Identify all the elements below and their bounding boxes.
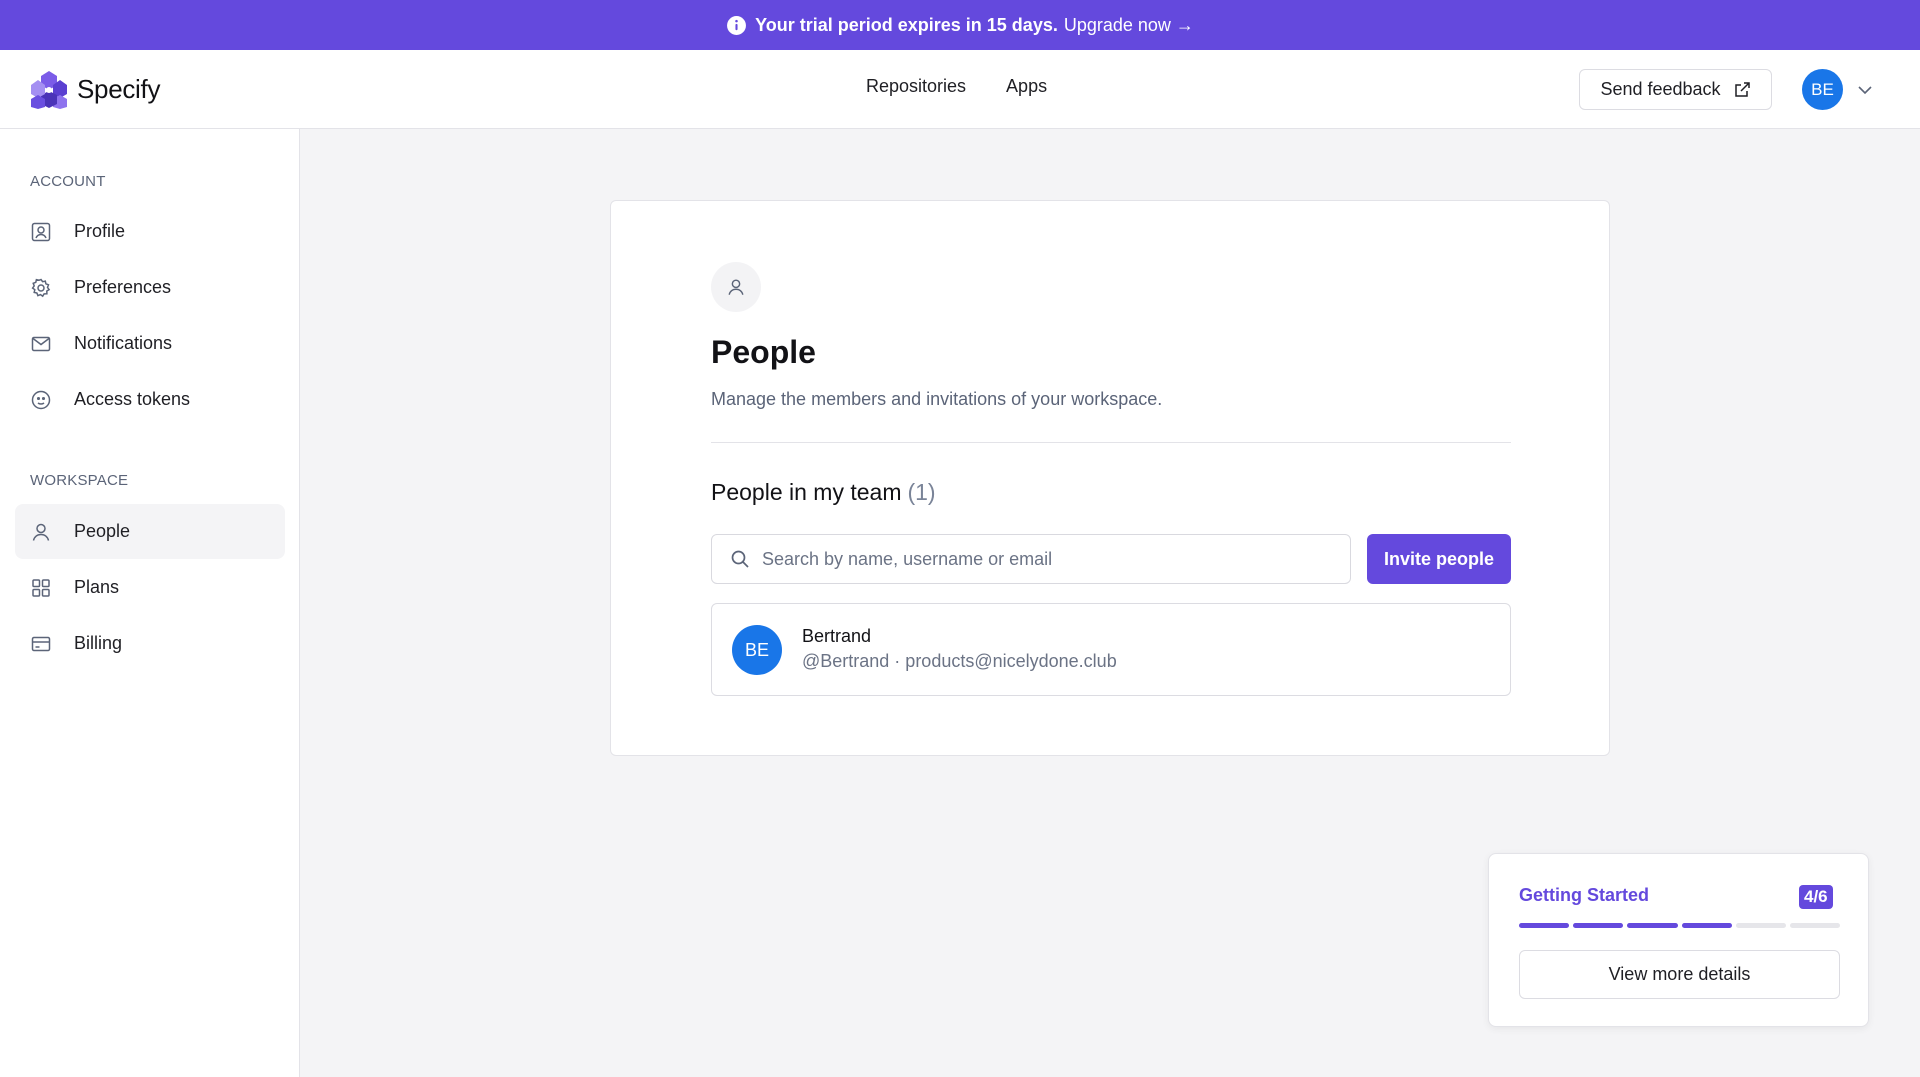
list-item[interactable]: BE Bertrand @Bertrand · products@nicelyd… <box>711 603 1511 696</box>
getting-started-widget: Getting Started 4/6 View more details <box>1488 853 1869 1027</box>
sidebar-item-label: Profile <box>74 221 126 241</box>
sidebar-item-label: Billing <box>74 633 123 653</box>
search-input[interactable] <box>762 548 1322 570</box>
account-section-title: ACCOUNT <box>30 173 106 190</box>
card-icon <box>30 633 52 655</box>
progress-segment <box>1627 923 1678 928</box>
page-subtitle: Manage the members and invitations of yo… <box>711 389 1163 409</box>
team-heading-label: People in my team <box>711 479 902 505</box>
sidebar-item-notifications[interactable]: Notifications <box>15 316 285 371</box>
external-link-icon <box>1733 81 1751 99</box>
avatar: BE <box>732 625 782 675</box>
progress-segment <box>1681 923 1732 928</box>
view-more-details-button[interactable]: View more details <box>1519 950 1840 999</box>
user-menu[interactable]: BE <box>1802 69 1873 110</box>
sidebar-item-preferences[interactable]: Preferences <box>15 260 285 315</box>
sidebar-item-label: Plans <box>74 577 120 597</box>
sidebar-item-access-tokens[interactable]: Access tokens <box>15 372 285 427</box>
chevron-down-icon <box>1857 82 1873 98</box>
team-count: (1) <box>907 479 936 505</box>
member-name: Bertrand <box>802 626 872 646</box>
sidebar-item-billing[interactable]: Billing <box>15 616 285 671</box>
profile-icon <box>30 221 52 243</box>
sidebar-item-people[interactable]: People <box>15 504 285 559</box>
mail-icon <box>30 333 52 355</box>
sidebar: ACCOUNT Profile Preferences Notification… <box>0 129 300 1077</box>
workspace-section-title: WORKSPACE <box>30 472 129 489</box>
logo-text: Specify <box>77 73 161 104</box>
send-feedback-label: Send feedback <box>1600 79 1721 99</box>
sidebar-item-label: Access tokens <box>74 389 191 409</box>
progress-segment <box>1519 923 1570 928</box>
upgrade-link[interactable]: Upgrade now → <box>1064 15 1194 36</box>
top-nav: Repositories Apps <box>866 76 1047 97</box>
person-icon <box>711 262 761 312</box>
person-icon <box>30 521 52 543</box>
gear-icon <box>30 277 52 299</box>
progress-badge: 4/6 <box>1799 885 1833 909</box>
sidebar-item-label: Preferences <box>74 277 172 297</box>
top-header: Specify Repositories Apps Send feedback … <box>0 50 1920 129</box>
progress-bar <box>1519 923 1841 928</box>
avatar: BE <box>1802 69 1843 110</box>
team-heading: People in my team (1) <box>711 479 936 506</box>
getting-started-title[interactable]: Getting Started <box>1519 885 1649 906</box>
send-feedback-button[interactable]: Send feedback <box>1579 69 1772 110</box>
progress-segment <box>1735 923 1786 928</box>
nav-repositories[interactable]: Repositories <box>866 76 966 97</box>
invite-people-button[interactable]: Invite people <box>1367 534 1511 584</box>
search-field[interactable] <box>711 534 1351 584</box>
info-icon <box>726 15 747 36</box>
progress-segment <box>1573 923 1624 928</box>
sidebar-item-label: People <box>74 521 131 541</box>
grid-icon <box>30 577 52 599</box>
sidebar-item-label: Notifications <box>74 333 173 353</box>
page-title: People <box>711 334 816 370</box>
sidebar-item-plans[interactable]: Plans <box>15 560 285 615</box>
logo[interactable]: Specify <box>29 69 160 109</box>
nav-apps[interactable]: Apps <box>1006 76 1047 97</box>
logo-icon <box>29 69 69 109</box>
trial-text: Your trial period expires in 15 days. <box>755 14 1058 35</box>
member-meta: @Bertrand · products@nicelydone.club <box>802 651 1117 671</box>
sidebar-item-profile[interactable]: Profile <box>15 204 285 259</box>
token-icon <box>30 389 52 411</box>
progress-segment <box>1789 923 1841 928</box>
trial-banner: Your trial period expires in 15 days. Up… <box>0 0 1920 50</box>
divider <box>711 442 1511 443</box>
people-card: People Manage the members and invitation… <box>610 200 1610 756</box>
search-icon <box>730 549 750 569</box>
